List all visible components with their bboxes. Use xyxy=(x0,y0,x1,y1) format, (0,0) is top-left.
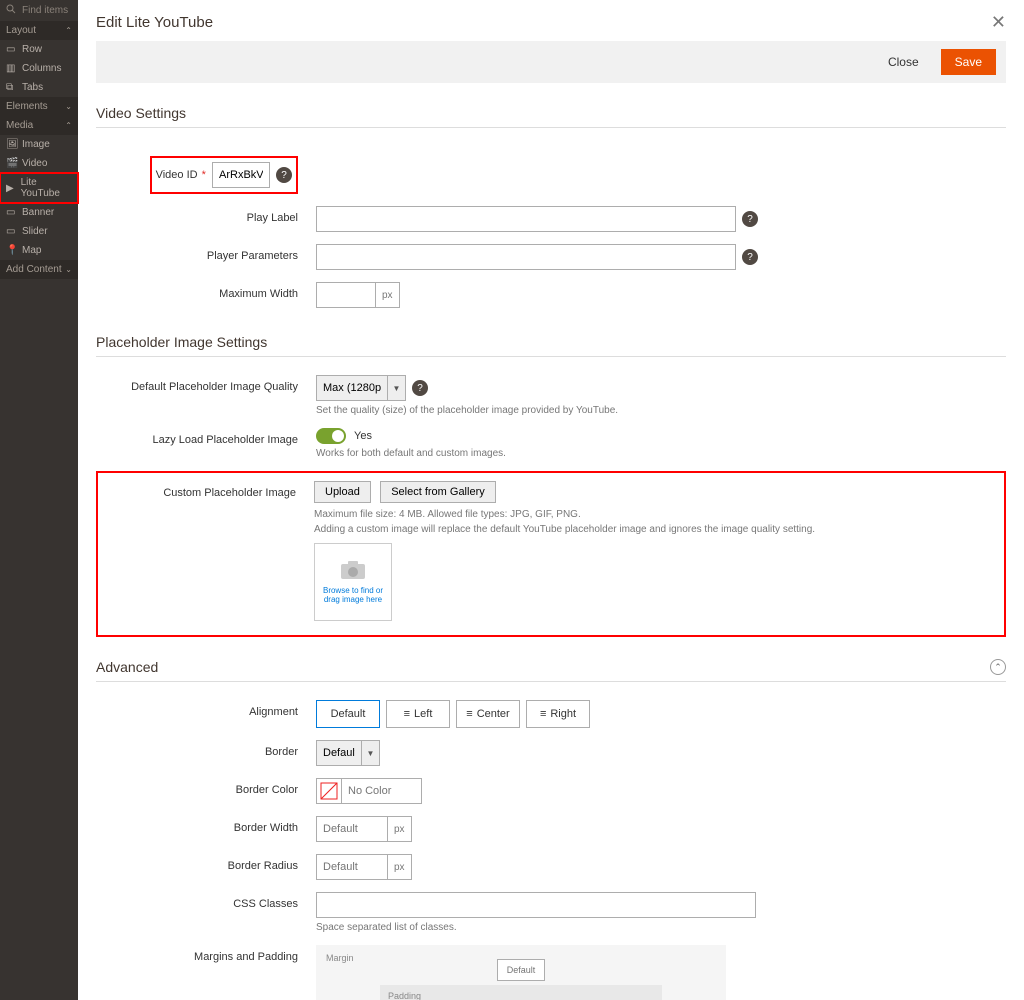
slider-icon: ▭ xyxy=(6,226,18,237)
align-center-button[interactable]: ≡Center xyxy=(456,700,520,728)
lazy-hint: Works for both default and custom images… xyxy=(316,448,1006,459)
sidebar: Find items Layout ⌃ ▭Row ▥Columns ⧉Tabs … xyxy=(0,0,78,1000)
sidebar-item-slider[interactable]: ▭Slider xyxy=(0,222,78,241)
main-panel: Edit Lite YouTube ✕ Close Save Video Set… xyxy=(78,0,1024,1000)
sidebar-item-map[interactable]: 📍Map xyxy=(0,241,78,260)
align-center-icon: ≡ xyxy=(466,708,472,720)
help-icon[interactable]: ? xyxy=(276,167,292,183)
css-label: CSS Classes xyxy=(96,892,316,910)
alignment-label: Alignment xyxy=(96,700,316,718)
section-layout[interactable]: Layout ⌃ xyxy=(0,21,78,40)
border-width-input[interactable] xyxy=(316,816,388,842)
youtube-icon: ▶ xyxy=(6,183,17,194)
border-select[interactable]: Default xyxy=(316,740,362,766)
lazy-label: Lazy Load Placeholder Image xyxy=(96,428,316,446)
css-hint: Space separated list of classes. xyxy=(316,922,1006,933)
section-video-settings: Video Settings xyxy=(96,105,1006,128)
margin-top-input[interactable] xyxy=(497,959,545,981)
player-params-label: Player Parameters xyxy=(96,244,316,262)
sidebar-item-video[interactable]: 🎬Video xyxy=(0,154,78,173)
px-unit: px xyxy=(376,282,400,308)
border-color-input[interactable] xyxy=(342,778,422,804)
search-placeholder: Find items xyxy=(22,5,68,16)
border-width-label: Border Width xyxy=(96,816,316,834)
chevron-down-icon: ⌄ xyxy=(65,265,72,274)
video-icon: 🎬 xyxy=(6,158,18,169)
upload-button[interactable]: Upload xyxy=(314,481,371,503)
sidebar-item-lite-youtube[interactable]: ▶Lite YouTube xyxy=(0,173,78,203)
player-params-input[interactable] xyxy=(316,244,736,270)
help-icon[interactable]: ? xyxy=(742,249,758,265)
quality-label: Default Placeholder Image Quality xyxy=(96,375,316,393)
border-label: Border xyxy=(96,740,316,758)
px-unit: px xyxy=(388,816,412,842)
columns-icon: ▥ xyxy=(6,63,18,74)
section-advanced: Advanced ⌃ xyxy=(96,659,1006,682)
max-width-input[interactable] xyxy=(316,282,376,308)
quality-select[interactable]: Max (1280px) xyxy=(316,375,388,401)
page-title: Edit Lite YouTube xyxy=(96,14,213,31)
map-pin-icon: 📍 xyxy=(6,245,18,256)
chevron-up-icon: ⌃ xyxy=(65,26,72,35)
align-right-button[interactable]: ≡Right xyxy=(526,700,590,728)
mp-label: Margins and Padding xyxy=(96,945,316,963)
video-id-label: Video ID xyxy=(156,169,198,181)
lazy-toggle[interactable] xyxy=(316,428,346,444)
browse-text: Browse to find or drag image here xyxy=(315,586,391,604)
upload-dropzone[interactable]: Browse to find or drag image here xyxy=(314,543,392,621)
quality-hint: Set the quality (size) of the placeholde… xyxy=(316,405,1006,416)
size-hint: Maximum file size: 4 MB. Allowed file ty… xyxy=(314,509,998,520)
help-icon[interactable]: ? xyxy=(412,380,428,396)
collapse-icon[interactable]: ⌃ xyxy=(990,659,1006,675)
banner-icon: ▭ xyxy=(6,207,18,218)
border-radius-input[interactable] xyxy=(316,854,388,880)
border-color-label: Border Color xyxy=(96,778,316,796)
section-media[interactable]: Media ⌃ xyxy=(0,116,78,135)
css-input[interactable] xyxy=(316,892,756,918)
chevron-up-icon: ⌃ xyxy=(65,121,72,130)
action-bar: Close Save xyxy=(96,41,1006,83)
chevron-down-icon[interactable]: ▼ xyxy=(362,740,380,766)
margin-label: Margin xyxy=(326,953,354,963)
align-right-icon: ≡ xyxy=(540,708,546,720)
play-label-label: Play Label xyxy=(96,206,316,224)
border-radius-label: Border Radius xyxy=(96,854,316,872)
save-button[interactable]: Save xyxy=(941,49,996,75)
play-label-input[interactable] xyxy=(316,206,736,232)
chevron-down-icon[interactable]: ▼ xyxy=(388,375,406,401)
chevron-down-icon: ⌄ xyxy=(65,102,72,111)
custom-placeholder-box: Custom Placeholder Image Upload Select f… xyxy=(96,471,1006,637)
align-default-button[interactable]: Default xyxy=(316,700,380,728)
sidebar-search[interactable]: Find items xyxy=(0,0,78,21)
sidebar-item-banner[interactable]: ▭Banner xyxy=(0,203,78,222)
help-icon[interactable]: ? xyxy=(742,211,758,227)
color-swatch[interactable] xyxy=(316,778,342,804)
align-left-button[interactable]: ≡Left xyxy=(386,700,450,728)
section-elements[interactable]: Elements ⌄ xyxy=(0,97,78,116)
sidebar-item-tabs[interactable]: ⧉Tabs xyxy=(0,78,78,97)
custom-label: Custom Placeholder Image xyxy=(104,481,314,499)
close-icon[interactable]: ✕ xyxy=(991,12,1006,33)
replace-hint: Adding a custom image will replace the d… xyxy=(314,524,998,535)
sidebar-item-image[interactable]: 🖼Image xyxy=(0,135,78,154)
required-star: * xyxy=(202,169,206,181)
row-icon: ▭ xyxy=(6,44,18,55)
lazy-value: Yes xyxy=(354,430,372,442)
max-width-label: Maximum Width xyxy=(96,282,316,300)
px-unit: px xyxy=(388,854,412,880)
sidebar-item-row[interactable]: ▭Row xyxy=(0,40,78,59)
section-add-content[interactable]: Add Content ⌄ xyxy=(0,260,78,279)
sidebar-item-columns[interactable]: ▥Columns xyxy=(0,59,78,78)
padding-label: Padding xyxy=(388,991,421,1000)
select-gallery-button[interactable]: Select from Gallery xyxy=(380,481,496,503)
tabs-icon: ⧉ xyxy=(6,82,18,93)
search-icon xyxy=(6,4,18,17)
margin-padding-box: Margin Padding xyxy=(316,945,726,1000)
camera-icon xyxy=(340,560,366,586)
video-id-input[interactable] xyxy=(212,162,270,188)
image-icon: 🖼 xyxy=(6,139,18,150)
close-button[interactable]: Close xyxy=(880,49,927,75)
section-placeholder: Placeholder Image Settings xyxy=(96,334,1006,357)
align-left-icon: ≡ xyxy=(404,708,410,720)
